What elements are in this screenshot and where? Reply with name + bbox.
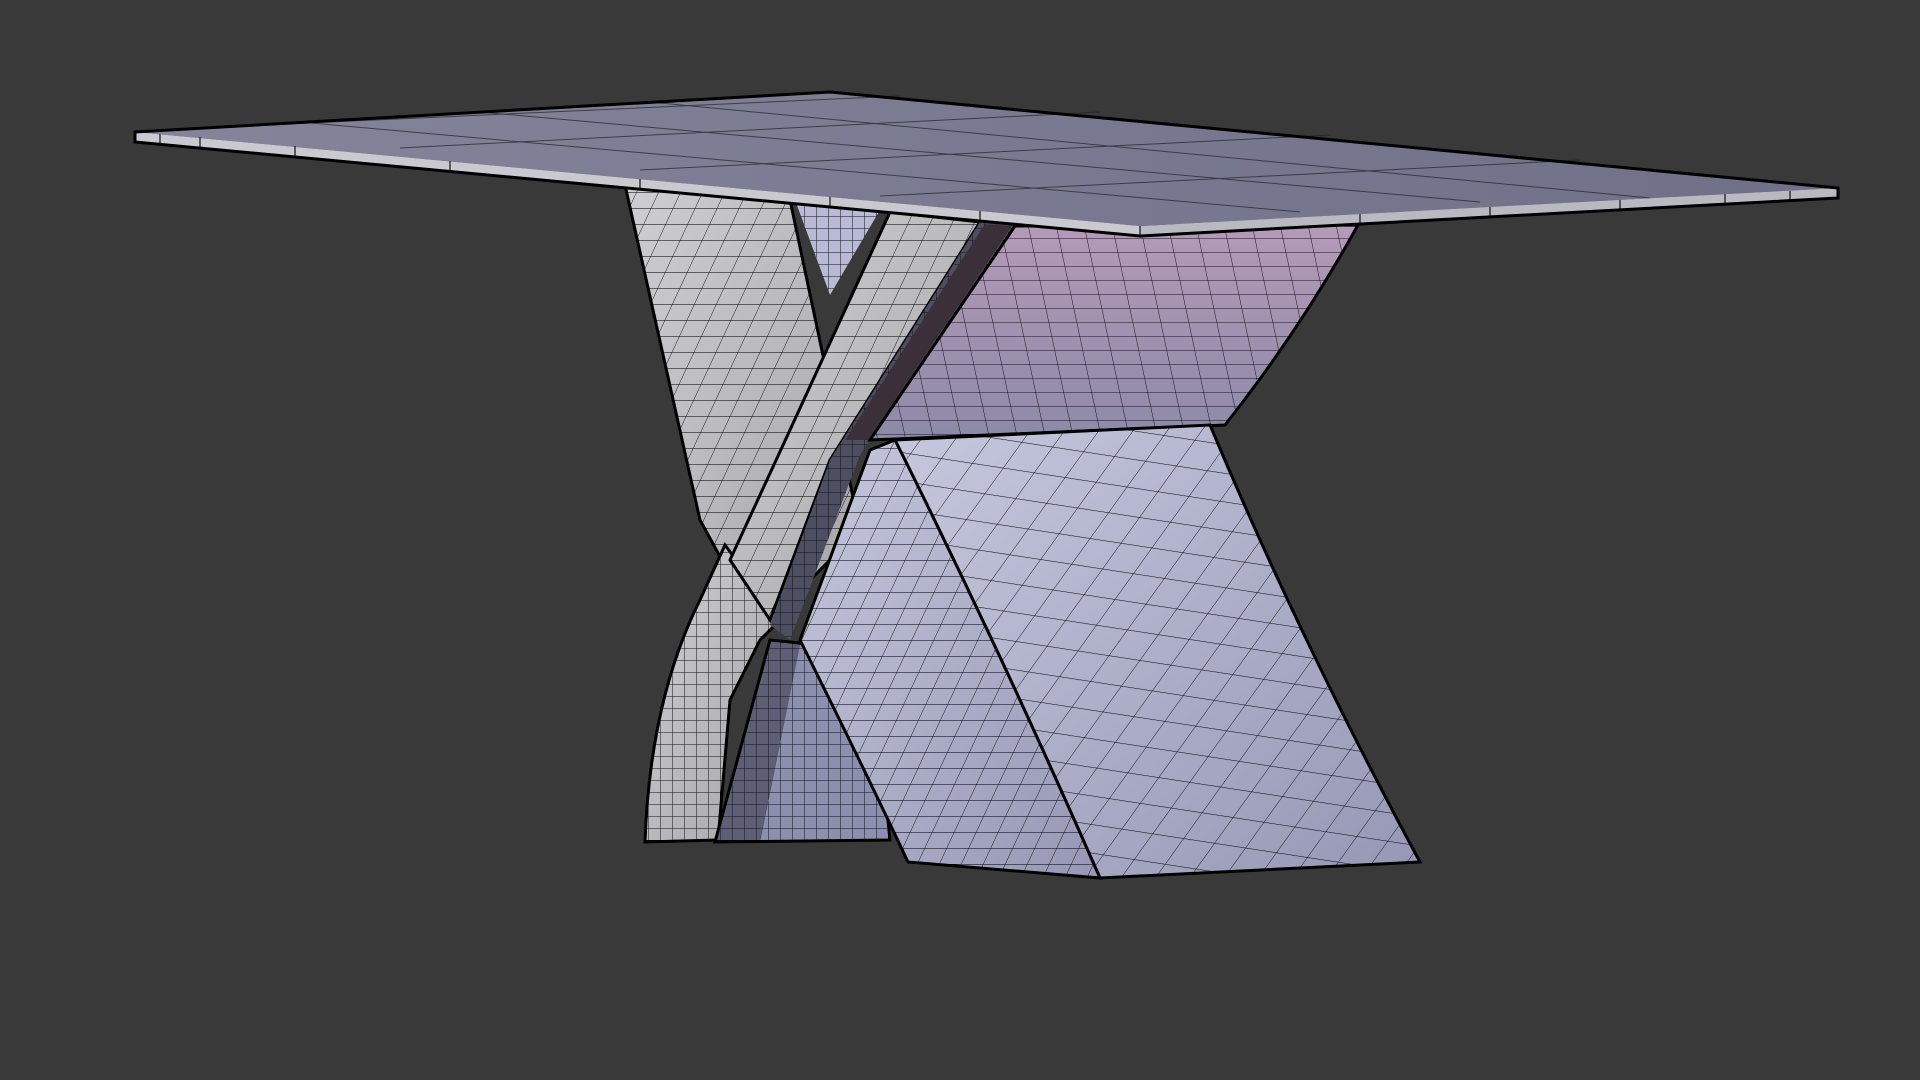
3d-viewport[interactable] (0, 0, 1920, 1080)
table-model (133, 90, 1840, 880)
tabletop (133, 90, 1840, 238)
